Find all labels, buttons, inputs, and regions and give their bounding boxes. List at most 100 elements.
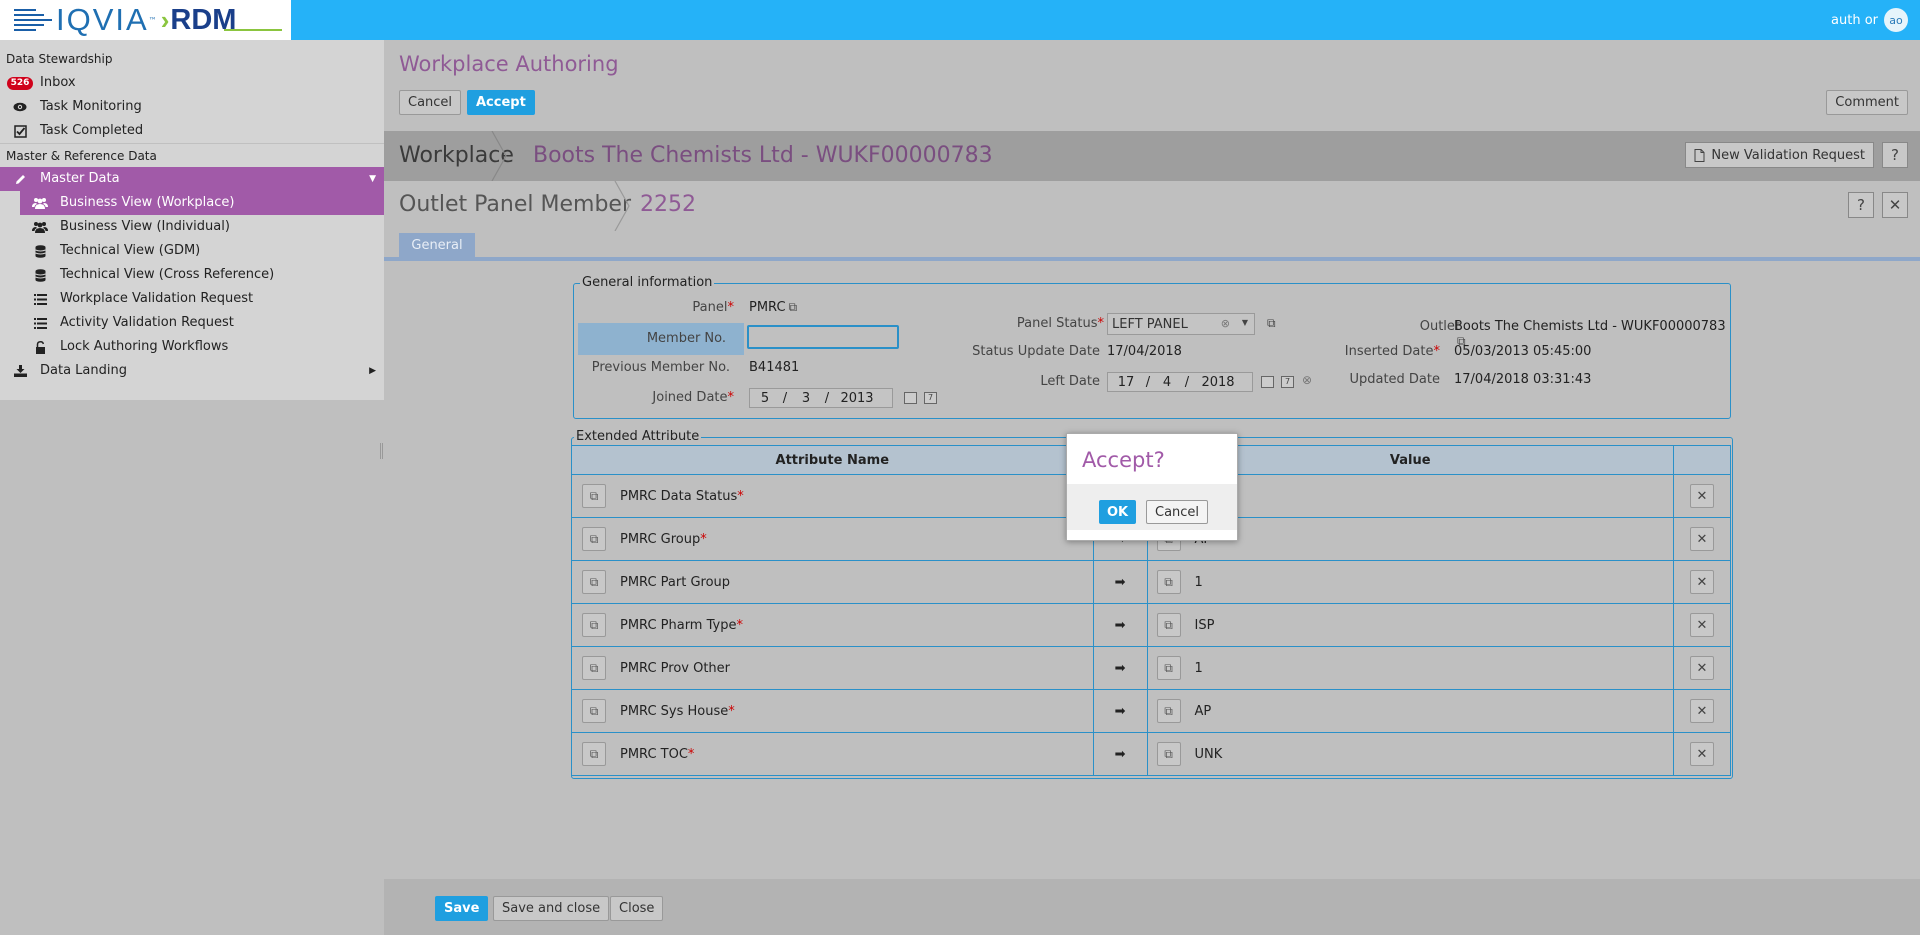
panel-label: Panel* <box>578 300 734 315</box>
delete-button[interactable]: ✕ <box>1690 742 1714 766</box>
new-validation-request-button[interactable]: New Validation Request <box>1685 142 1874 168</box>
sidebar-item-activity-validation-request[interactable]: Activity Validation Request <box>0 311 384 335</box>
panel-value[interactable]: PMRC ⧉ <box>749 300 797 315</box>
close-button[interactable]: ✕ <box>1882 192 1908 218</box>
delete-button[interactable]: ✕ <box>1690 570 1714 594</box>
accept-button[interactable]: Accept <box>467 90 535 115</box>
open-icon[interactable]: ⧉ <box>582 570 606 594</box>
joined-year[interactable]: 2013 <box>832 391 882 406</box>
delete-button[interactable]: ✕ <box>1690 527 1714 551</box>
sidebar-item-business-view-individual[interactable]: Business View (Individual) <box>0 215 384 239</box>
joined-date-input[interactable]: 5 / 3 / 2013 <box>749 388 893 408</box>
sidebar-item-task-completed[interactable]: Task Completed <box>0 119 384 143</box>
member-no-input[interactable] <box>747 325 899 349</box>
joined-day[interactable]: 5 <box>750 391 780 406</box>
open-icon[interactable]: ⧉ <box>582 699 606 723</box>
calendar-icon[interactable] <box>904 392 917 404</box>
panel-value-text: PMRC <box>749 300 786 315</box>
sidebar-item-inbox[interactable]: 526 Inbox <box>0 71 384 95</box>
sidebar-item-label: Technical View (GDM) <box>60 243 201 258</box>
open-icon[interactable]: ⧉ <box>582 613 606 637</box>
open-icon[interactable]: ⧉ <box>582 742 606 766</box>
external-link-icon[interactable]: ⧉ <box>1267 316 1276 331</box>
breadcrumb-workplace-name[interactable]: Boots The Chemists Ltd - WUKF00000783 <box>533 143 993 168</box>
sidebar-item-data-landing[interactable]: Data Landing ▶ <box>0 359 384 383</box>
sidebar-item-task-monitoring[interactable]: Task Monitoring <box>0 95 384 119</box>
external-link-icon[interactable]: ⧉ <box>789 300 798 315</box>
attribute-name: PMRC Data Status* <box>620 489 744 504</box>
close-button[interactable]: Close <box>610 896 664 921</box>
arrow-right-icon: ➡ <box>1114 703 1126 719</box>
clear-date-icon[interactable]: ⊗ <box>1302 373 1312 387</box>
delete-button[interactable]: ✕ <box>1690 699 1714 723</box>
open-icon[interactable]: ⧉ <box>1156 742 1181 766</box>
avatar[interactable]: ao <box>1884 8 1908 32</box>
clear-icon[interactable]: ⊗ <box>1221 317 1230 330</box>
left-day[interactable]: 17 <box>1108 375 1144 390</box>
save-and-close-button[interactable]: Save and close <box>493 896 610 921</box>
status-update-date-value: 17/04/2018 <box>1107 344 1182 359</box>
comment-button[interactable]: Comment <box>1826 90 1908 115</box>
sidebar-item-technical-view-gdm[interactable]: Technical View (GDM) <box>0 239 384 263</box>
previous-member-no-label: Previous Member No. <box>591 360 730 375</box>
left-date-input[interactable]: 17 / 4 / 2018 <box>1107 372 1253 392</box>
caret-right-icon: ▶ <box>369 366 376 376</box>
user-menu[interactable]: auth or ao <box>1831 8 1908 32</box>
panel-status-label-text: Panel Status <box>1016 316 1098 331</box>
required-marker: * <box>1433 344 1441 359</box>
open-icon[interactable]: ⧉ <box>1156 656 1181 680</box>
attribute-name-cell: ⧉ PMRC TOC* <box>571 732 1094 776</box>
top-bar: IQVIA ™ ›RDM auth or ao <box>0 0 1920 40</box>
attribute-name-text: PMRC Group <box>620 531 701 547</box>
delete-button[interactable]: ✕ <box>1690 484 1714 508</box>
sidebar-item-master-data[interactable]: Master Data ▼ <box>0 167 384 191</box>
cancel-button[interactable]: Cancel <box>399 90 462 115</box>
sidebar-section-master-reference: Master & Reference Data <box>0 143 384 167</box>
open-icon[interactable]: ⧉ <box>1156 570 1181 594</box>
open-icon[interactable]: ⧉ <box>582 656 606 680</box>
previous-member-no-value: B41481 <box>749 360 800 375</box>
delete-button[interactable]: ✕ <box>1690 613 1714 637</box>
left-month[interactable]: 4 <box>1152 375 1182 390</box>
arrow-right-icon: ➡ <box>1114 660 1126 676</box>
sidebar-item-label: Lock Authoring Workflows <box>60 339 229 354</box>
joined-month[interactable]: 3 <box>790 391 822 406</box>
sidebar-item-technical-view-cross-reference[interactable]: Technical View (Cross Reference) <box>0 263 384 287</box>
tab-general[interactable]: General <box>399 233 475 257</box>
dialog-cancel-button[interactable]: Cancel <box>1146 500 1209 524</box>
sidebar-overlay <box>0 400 384 935</box>
sidebar-item-workplace-validation-request[interactable]: Workplace Validation Request <box>0 287 384 311</box>
calendar-today-icon[interactable]: 7 <box>924 392 937 404</box>
dialog-ok-button[interactable]: OK <box>1099 500 1137 524</box>
sidebar-item-business-view-workplace[interactable]: Business View (Workplace) <box>20 191 384 215</box>
open-icon[interactable]: ⧉ <box>1156 699 1181 723</box>
help-button[interactable]: ? <box>1848 192 1874 218</box>
attribute-name-text: PMRC Pharm Type <box>620 617 737 633</box>
sidebar-item-lock-authoring-workflows[interactable]: Lock Authoring Workflows <box>0 335 384 359</box>
joined-date-label-text: Joined Date <box>652 390 728 405</box>
attribute-name: PMRC Group* <box>620 532 707 547</box>
delete-button[interactable]: ✕ <box>1690 656 1714 680</box>
open-icon[interactable]: ⧉ <box>582 484 606 508</box>
table-row: ⧉ PMRC Sys House* ➡ ⧉ AP ✕ <box>571 689 1731 733</box>
attribute-name-text: PMRC Sys House <box>620 703 729 719</box>
users-icon <box>30 218 50 236</box>
chevron-down-icon[interactable]: ▼ <box>1242 318 1248 327</box>
column-header-attribute-name: Attribute Name <box>571 445 1094 475</box>
attribute-name: PMRC Part Group <box>620 575 730 590</box>
table-row: ⧉ PMRC Prov Other ➡ ⧉ 1 ✕ <box>571 646 1731 690</box>
calendar-icon[interactable] <box>1261 376 1274 388</box>
open-icon[interactable]: ⧉ <box>1156 613 1181 637</box>
attribute-name-cell: ⧉ PMRC Pharm Type* <box>571 603 1094 647</box>
help-button[interactable]: ? <box>1882 142 1908 168</box>
open-icon[interactable]: ⧉ <box>582 527 606 551</box>
status-update-date-label: Status Update Date <box>972 344 1100 359</box>
save-button[interactable]: Save <box>435 896 489 921</box>
panel-status-select[interactable]: LEFT PANEL ⊗ ▼ <box>1107 313 1255 335</box>
left-year[interactable]: 2018 <box>1192 375 1244 390</box>
calendar-today-icon[interactable]: 7 <box>1281 376 1294 388</box>
entity-id: 2252 <box>640 192 696 217</box>
sidebar-resize-handle[interactable] <box>380 443 383 459</box>
footer-bar: Save Save and close Close <box>384 879 1920 935</box>
iqvia-rdm-logo[interactable]: IQVIA ™ ›RDM <box>0 0 291 40</box>
